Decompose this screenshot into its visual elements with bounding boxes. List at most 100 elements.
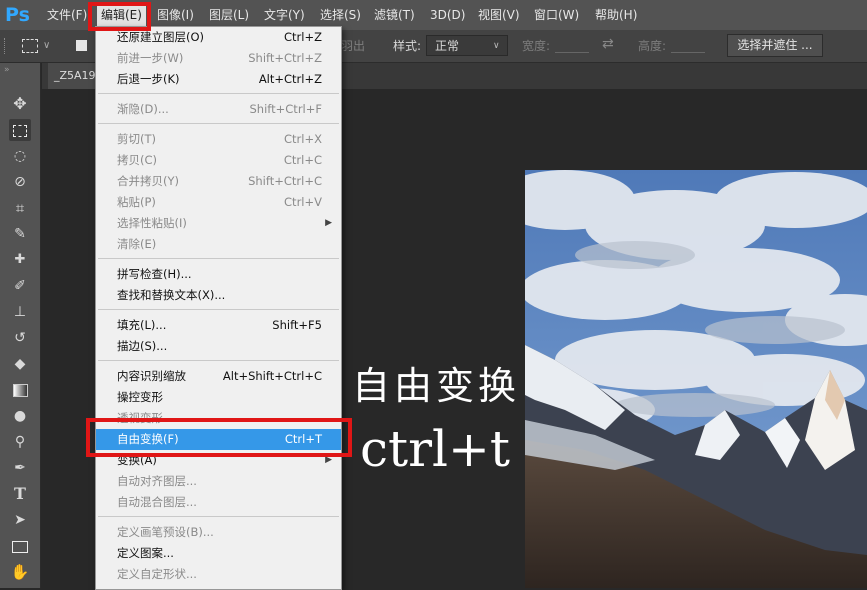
menu-item-fade[interactable]: 渐隐(D)... Shift+Ctrl+F <box>96 99 341 120</box>
menu-item-shortcut: Shift+Ctrl+Z <box>248 51 322 65</box>
menu-item-shortcut: Shift+F5 <box>272 318 322 332</box>
brush-icon[interactable]: ✐ <box>9 275 31 297</box>
menu-item-label: 定义自定形状... <box>117 567 197 581</box>
menu-separator <box>98 93 339 94</box>
marquee-icon[interactable] <box>9 119 31 141</box>
new-selection-icon[interactable] <box>76 40 87 51</box>
menu-separator <box>98 360 339 361</box>
menu-item-spell-check[interactable]: 拼写检查(H)... <box>96 264 341 285</box>
menu-item-label: 后退一步(K) <box>117 72 180 86</box>
menu-item-label: 内容识别缩放 <box>117 369 186 383</box>
menu-item-label: 操控变形 <box>117 390 163 404</box>
menu-file[interactable]: 文件(F) <box>47 7 87 23</box>
menu-item-copy[interactable]: 拷贝(C) Ctrl+C <box>96 150 341 171</box>
collapse-chevrons-icon[interactable]: » <box>4 65 10 75</box>
menu-type[interactable]: 文字(Y) <box>264 7 305 23</box>
eraser-icon[interactable]: ◆ <box>9 353 31 375</box>
select-and-mask-button[interactable]: 选择并遮住 ... <box>727 34 823 57</box>
blur-icon[interactable]: ● <box>9 405 31 427</box>
menu-filter[interactable]: 滤镜(T) <box>374 7 415 23</box>
marquee-preset-icon[interactable] <box>22 39 38 53</box>
type-icon[interactable]: T <box>9 483 31 505</box>
style-select[interactable]: 正常 ∨ <box>426 35 508 56</box>
menu-item-auto-align-layers[interactable]: 自动对齐图层... <box>96 471 341 492</box>
menu-item-puppet-warp[interactable]: 操控变形 <box>96 387 341 408</box>
canvas-photo[interactable] <box>525 170 867 588</box>
menu-item-paste-special[interactable]: 选择性粘贴(I) ▶ <box>96 213 341 234</box>
menu-item-label: 定义画笔预设(B)... <box>117 525 214 539</box>
menu-item-step-forward[interactable]: 前进一步(W) Shift+Ctrl+Z <box>96 48 341 69</box>
crop-icon[interactable]: ⌗ <box>9 197 31 219</box>
quick-select-icon[interactable]: ⊘ <box>9 171 31 193</box>
menu-item-find-replace[interactable]: 查找和替换文本(X)... <box>96 285 341 306</box>
gradient-icon[interactable] <box>9 379 31 401</box>
menu-item-shortcut: Ctrl+Z <box>284 30 322 44</box>
menu-item-shortcut: Alt+Shift+Ctrl+C <box>222 369 322 383</box>
edit-menu-dropdown: 还原建立图层(O) Ctrl+Z 前进一步(W) Shift+Ctrl+Z 后退… <box>95 26 342 590</box>
menu-image[interactable]: 图像(I) <box>157 7 194 23</box>
swap-icon[interactable]: ⇄ <box>602 36 614 52</box>
menu-separator <box>98 123 339 124</box>
menu-item-label: 渐隐(D)... <box>117 102 169 116</box>
menu-item-stroke[interactable]: 描边(S)... <box>96 336 341 357</box>
move-icon[interactable]: ✥ <box>9 93 31 115</box>
photoshop-logo: Ps <box>5 4 30 26</box>
menu-item-label: 定义图案... <box>117 546 174 560</box>
menu-item-define-pattern[interactable]: 定义图案... <box>96 543 341 564</box>
dodge-icon[interactable]: ⚲ <box>9 431 31 453</box>
height-field[interactable] <box>671 52 705 53</box>
menu-item-label: 自动对齐图层... <box>117 474 197 488</box>
menu-item-label: 查找和替换文本(X)... <box>117 288 226 302</box>
menu-item-clear[interactable]: 清除(E) <box>96 234 341 255</box>
menu-item-define-brush[interactable]: 定义画笔预设(B)... <box>96 522 341 543</box>
menu-item-cut[interactable]: 剪切(T) Ctrl+X <box>96 129 341 150</box>
menu-help[interactable]: 帮助(H) <box>595 7 637 23</box>
annotation-shortcut: ctrl+t <box>360 420 510 478</box>
history-brush-icon[interactable]: ↺ <box>9 327 31 349</box>
menu-separator <box>98 516 339 517</box>
lasso-icon[interactable]: ◌ <box>9 145 31 167</box>
menu-item-auto-blend-layers[interactable]: 自动混合图层... <box>96 492 341 513</box>
pen-icon[interactable]: ✒ <box>9 457 31 479</box>
menu-item-shortcut: Ctrl+X <box>284 132 322 146</box>
hand-icon[interactable]: ✋ <box>9 561 31 583</box>
menu-layer[interactable]: 图层(L) <box>209 7 249 23</box>
menu-view[interactable]: 视图(V) <box>478 7 520 23</box>
menu-item-define-shape[interactable]: 定义自定形状... <box>96 564 341 585</box>
mountain-photo-image <box>525 170 867 588</box>
path-select-icon[interactable]: ➤ <box>9 509 31 531</box>
menu-item-label: 选择性粘贴(I) <box>117 216 187 230</box>
style-label: 样式: <box>393 39 422 53</box>
menu-item-fill[interactable]: 填充(L)... Shift+F5 <box>96 315 341 336</box>
menu-separator <box>98 309 339 310</box>
menu-window[interactable]: 窗口(W) <box>534 7 579 23</box>
menu-item-step-backward[interactable]: 后退一步(K) Alt+Ctrl+Z <box>96 69 341 90</box>
grip-handle[interactable] <box>4 38 7 54</box>
menu-item-label: 拼写检查(H)... <box>117 267 192 281</box>
menu-item-label: 前进一步(W) <box>117 51 184 65</box>
width-label: 宽度: <box>522 39 551 53</box>
stamp-icon[interactable]: ⊥ <box>9 301 31 323</box>
menu-item-shortcut: Alt+Ctrl+Z <box>258 72 322 86</box>
eyedropper-icon[interactable]: ✎ <box>9 223 31 245</box>
free-transform-highlight <box>86 418 352 457</box>
feather-label-fragment: 羽出 <box>341 39 366 53</box>
width-field[interactable] <box>555 52 589 53</box>
menu-item-label: 拷贝(C) <box>117 153 158 167</box>
chevron-down-icon: ∨ <box>493 41 500 51</box>
menu-3d[interactable]: 3D(D) <box>430 7 465 23</box>
menu-item-label: 填充(L)... <box>117 318 167 332</box>
annotation-title: 自由变换 <box>352 364 521 408</box>
menu-item-paste[interactable]: 粘贴(P) Ctrl+V <box>96 192 341 213</box>
menu-select[interactable]: 选择(S) <box>320 7 361 23</box>
menu-item-shortcut: Shift+Ctrl+C <box>248 174 322 188</box>
chevron-down-icon[interactable]: ∨ <box>43 38 50 54</box>
menu-separator <box>98 258 339 259</box>
submenu-arrow-icon: ▶ <box>325 218 332 228</box>
menu-item-label: 合并拷贝(Y) <box>117 174 179 188</box>
healing-icon[interactable]: ✚ <box>9 249 31 271</box>
menu-item-copy-merged[interactable]: 合并拷贝(Y) Shift+Ctrl+C <box>96 171 341 192</box>
rectangle-icon[interactable] <box>9 535 31 557</box>
tools-panel: » ✥ ◌ ⊘ ⌗ ✎ ✚ ✐ ⊥ ↺ ◆ ● ⚲ ✒ T ➤ ✋ <box>0 63 41 588</box>
menu-item-content-aware-scale[interactable]: 内容识别缩放 Alt+Shift+Ctrl+C <box>96 366 341 387</box>
